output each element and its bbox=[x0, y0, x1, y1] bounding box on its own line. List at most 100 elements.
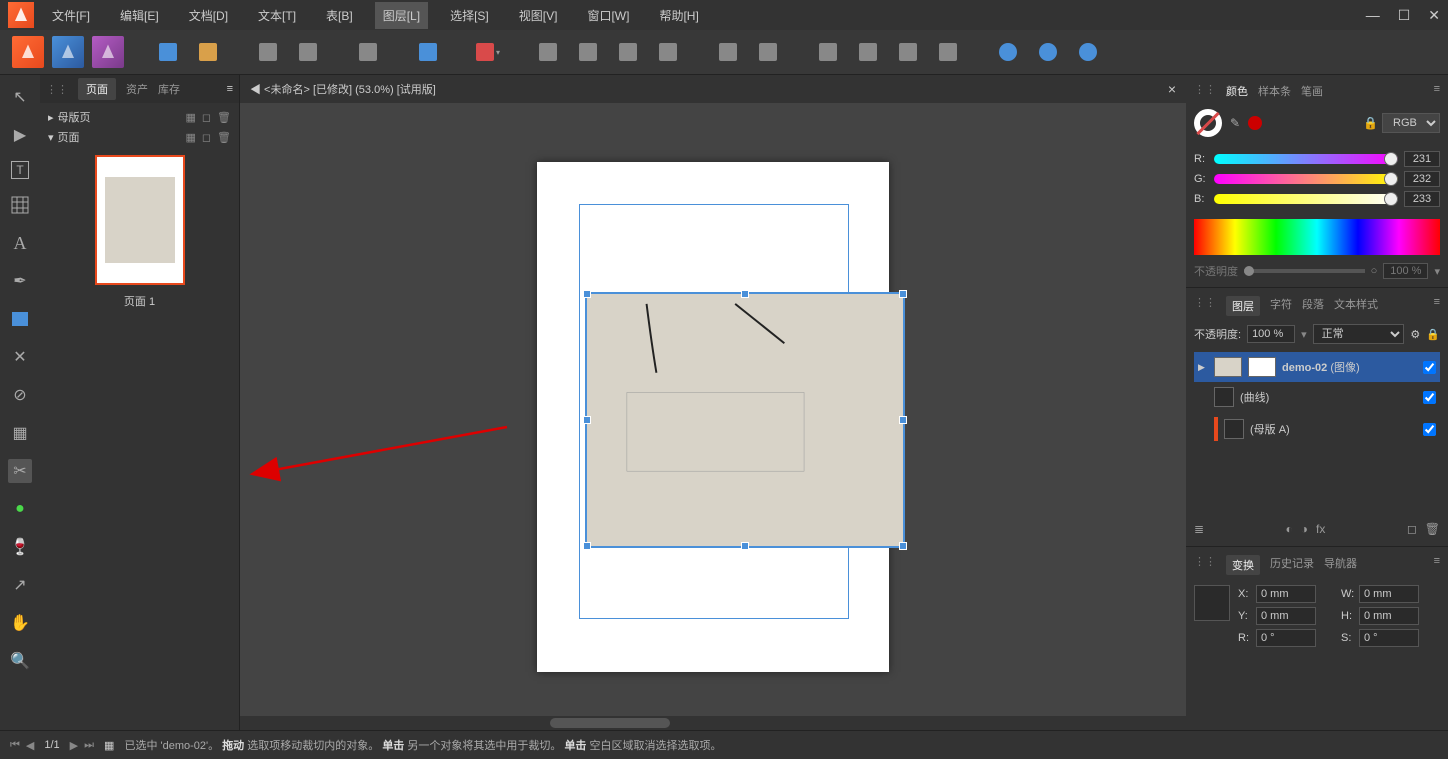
ellipse-tool[interactable]: ⊘ bbox=[8, 383, 32, 407]
tool-align3[interactable] bbox=[612, 36, 644, 68]
fill-tool[interactable]: ● bbox=[8, 497, 32, 521]
new-layer-icon[interactable]: ◻ bbox=[1407, 522, 1417, 536]
panel-drag-icon[interactable]: ⋮⋮ bbox=[46, 83, 68, 96]
tool-flip-h[interactable] bbox=[812, 36, 844, 68]
document-tab[interactable]: ◀ <未命名> [已修改] (53.0%) [试用版] × bbox=[240, 75, 1186, 103]
tab-pages[interactable]: 页面 bbox=[78, 78, 116, 100]
fill-color-well[interactable] bbox=[1248, 116, 1262, 130]
selection-handle[interactable] bbox=[899, 290, 907, 298]
blue-value[interactable] bbox=[1404, 191, 1440, 207]
persona-publisher[interactable] bbox=[12, 36, 44, 68]
panel-drag-icon[interactable]: ⋮⋮ bbox=[1194, 555, 1216, 575]
tool-dist1[interactable] bbox=[712, 36, 744, 68]
anchor-grid[interactable] bbox=[1194, 585, 1230, 621]
expand-icon[interactable]: ▶ bbox=[1198, 362, 1208, 373]
panel-drag-icon[interactable]: ⋮⋮ bbox=[1194, 296, 1216, 316]
w-input[interactable] bbox=[1359, 585, 1419, 603]
selection-handle[interactable] bbox=[741, 542, 749, 550]
color-picker-tool[interactable]: ↗ bbox=[8, 573, 32, 597]
settings-icon[interactable]: ⚙ bbox=[1410, 328, 1420, 341]
tool-bool1[interactable] bbox=[992, 36, 1024, 68]
green-slider[interactable] bbox=[1214, 174, 1398, 184]
tool-dist2[interactable] bbox=[752, 36, 784, 68]
x-input[interactable] bbox=[1256, 585, 1316, 603]
first-page-icon[interactable]: ⏮ bbox=[10, 739, 20, 752]
horizontal-scrollbar[interactable] bbox=[240, 716, 1186, 730]
tab-glyphs[interactable]: 字符 bbox=[1270, 296, 1292, 316]
eyedropper-icon[interactable]: ✎ bbox=[1230, 116, 1240, 130]
selection-handle[interactable] bbox=[583, 290, 591, 298]
s-input[interactable] bbox=[1359, 629, 1419, 647]
menu-text[interactable]: 文本[T] bbox=[250, 2, 304, 29]
rectangle-tool[interactable] bbox=[8, 307, 32, 331]
selection-handle[interactable] bbox=[899, 416, 907, 424]
tab-paragraph[interactable]: 段落 bbox=[1302, 296, 1324, 316]
r-input[interactable] bbox=[1256, 629, 1316, 647]
menu-select[interactable]: 选择[S] bbox=[442, 2, 497, 29]
layer-row[interactable]: (母版 A) bbox=[1194, 412, 1440, 446]
layer-visibility[interactable] bbox=[1423, 423, 1436, 436]
layer-visibility[interactable] bbox=[1423, 361, 1436, 374]
color-spectrum[interactable] bbox=[1194, 219, 1440, 255]
transparency-tool[interactable]: 🍷 bbox=[8, 535, 32, 559]
layer-visibility[interactable] bbox=[1423, 391, 1436, 404]
tab-assets[interactable]: 资产 bbox=[126, 81, 148, 97]
fx-icon[interactable]: fx bbox=[1316, 522, 1325, 536]
tool-align2[interactable] bbox=[572, 36, 604, 68]
tab-color[interactable]: 颜色 bbox=[1226, 83, 1248, 99]
menu-layer[interactable]: 图层[L] bbox=[375, 2, 428, 29]
lock-icon[interactable]: 🔒 bbox=[1426, 328, 1440, 341]
tab-swatches[interactable]: 样本条 bbox=[1258, 83, 1291, 99]
tool-grid1[interactable] bbox=[252, 36, 284, 68]
picture-frame-tool[interactable]: ✕ bbox=[8, 345, 32, 369]
mask-icon[interactable]: ◐ bbox=[1286, 522, 1293, 536]
zoom-tool[interactable]: 🔍 bbox=[8, 649, 32, 673]
page-thumbnail[interactable] bbox=[95, 155, 185, 285]
selection-handle[interactable] bbox=[583, 542, 591, 550]
add-icon[interactable]: ◻ bbox=[202, 111, 211, 124]
tab-navigator[interactable]: 导航器 bbox=[1324, 555, 1357, 575]
selection-handle[interactable] bbox=[899, 542, 907, 550]
stroke-color-well[interactable] bbox=[1194, 109, 1222, 137]
tool-bool2[interactable] bbox=[1032, 36, 1064, 68]
menu-window[interactable]: 窗口[W] bbox=[579, 2, 637, 29]
tab-layers[interactable]: 图层 bbox=[1226, 296, 1260, 316]
view-icon[interactable]: ▦ bbox=[185, 111, 195, 124]
blend-mode-select[interactable]: 正常 bbox=[1313, 324, 1405, 344]
layer-row[interactable]: ▶ demo-02 (图像) bbox=[1194, 352, 1440, 382]
tab-transform[interactable]: 变换 bbox=[1226, 555, 1260, 575]
pen-tool[interactable]: ✒ bbox=[8, 269, 32, 293]
add-icon[interactable]: ◻ bbox=[202, 131, 211, 144]
layer-opacity-input[interactable] bbox=[1247, 325, 1295, 343]
persona-photo[interactable] bbox=[52, 36, 84, 68]
selection-handle[interactable] bbox=[741, 290, 749, 298]
panel-menu-icon[interactable]: ≡ bbox=[1434, 555, 1440, 575]
pages-row[interactable]: ▾ 页面 ▦ ◻ 🗑 bbox=[48, 127, 231, 147]
last-page-icon[interactable]: ⏭ bbox=[84, 739, 94, 752]
color-mode-select[interactable]: RGB bbox=[1382, 113, 1440, 133]
selected-image-layer[interactable] bbox=[585, 292, 905, 548]
tool-flip-v[interactable] bbox=[852, 36, 884, 68]
vector-crop-tool[interactable]: ✂ bbox=[8, 459, 32, 483]
table-tool[interactable] bbox=[8, 193, 32, 217]
layer-row[interactable]: (曲线) bbox=[1194, 382, 1440, 412]
green-value[interactable] bbox=[1404, 171, 1440, 187]
persona-designer[interactable] bbox=[92, 36, 124, 68]
panel-menu-icon[interactable]: ≡ bbox=[1434, 296, 1440, 316]
canvas-viewport[interactable] bbox=[240, 103, 1186, 730]
panel-drag-icon[interactable]: ⋮⋮ bbox=[1194, 83, 1216, 99]
scrollbar-thumb[interactable] bbox=[550, 718, 670, 728]
red-slider[interactable] bbox=[1214, 154, 1398, 164]
menu-table[interactable]: 表[B] bbox=[318, 2, 361, 29]
place-image-tool[interactable]: ▦ bbox=[8, 421, 32, 445]
tab-text-styles[interactable]: 文本样式 bbox=[1334, 296, 1378, 316]
artistic-text-tool[interactable]: A bbox=[8, 231, 32, 255]
blue-slider[interactable] bbox=[1214, 194, 1398, 204]
close-button[interactable]: ✕ bbox=[1428, 7, 1440, 24]
next-page-icon[interactable]: ▶ bbox=[70, 739, 78, 752]
tool-align1[interactable] bbox=[532, 36, 564, 68]
tool-preflight[interactable] bbox=[192, 36, 224, 68]
opacity-value[interactable]: 100 % bbox=[1383, 263, 1428, 279]
view-icon[interactable]: ▦ bbox=[185, 131, 195, 144]
h-input[interactable] bbox=[1359, 607, 1419, 625]
